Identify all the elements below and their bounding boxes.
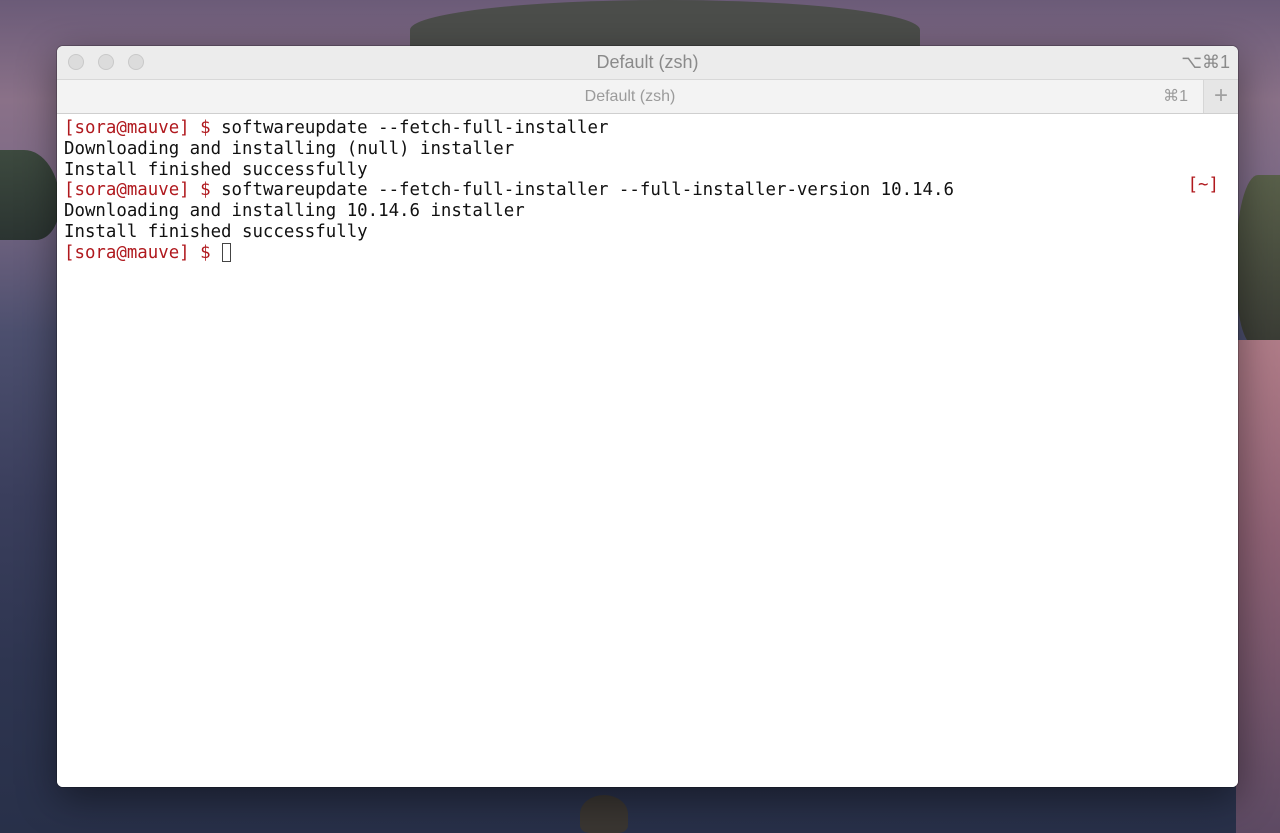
wallpaper-cliff-left [0,150,60,240]
terminal-line: Install finished successfully [64,160,1231,181]
command-text: softwareupdate --fetch-full-installer [221,118,609,138]
title-bar[interactable]: Default (zsh) ⌥⌘1 [57,46,1238,80]
terminal-line-current: [sora@mauve] $ [64,242,1231,264]
new-tab-button[interactable]: + [1203,80,1238,113]
shell-prompt: [sora@mauve] $ [64,242,222,263]
output-text: Install finished successfully [64,221,368,242]
terminal-output[interactable]: [sora@mauve] $ softwareupdate --fetch-fu… [57,114,1238,787]
shell-prompt: [sora@mauve] $ [64,118,222,138]
terminal-line: Install finished successfully [64,222,1231,243]
right-prompt: [~] [1187,175,1219,195]
tab-shortcut: ⌘1 [1163,88,1188,105]
tab-default-zsh[interactable]: Default (zsh) ⌘1 [57,80,1203,113]
output-text: Install finished successfully [64,159,368,180]
shell-prompt: [sora@mauve] $ [64,180,222,201]
terminal-line: Downloading and installing (null) instal… [64,139,1231,160]
tab-bar: Default (zsh) ⌘1 + [57,80,1238,114]
window-title: Default (zsh) [596,52,699,72]
wallpaper-cliff-right [1236,175,1280,345]
terminal-line: Downloading and installing 10.14.6 insta… [64,201,1231,222]
terminal-window: Default (zsh) ⌥⌘1 Default (zsh) ⌘1 + [so… [57,46,1238,787]
wallpaper-sea-right [1236,340,1280,833]
tab-label: Default (zsh) [584,88,676,105]
text-cursor [222,242,232,262]
output-text: Downloading and installing (null) instal… [64,138,515,159]
wallpaper-islet [580,795,628,833]
command-text: softwareupdate --fetch-full-installer --… [221,180,954,201]
output-text: Downloading and installing 10.14.6 insta… [64,201,525,222]
terminal-line: [sora@mauve] $ softwareupdate --fetch-fu… [64,180,1231,201]
terminal-line: [sora@mauve] $ softwareupdate --fetch-fu… [64,118,1231,139]
window-shortcut: ⌥⌘1 [1181,52,1230,72]
